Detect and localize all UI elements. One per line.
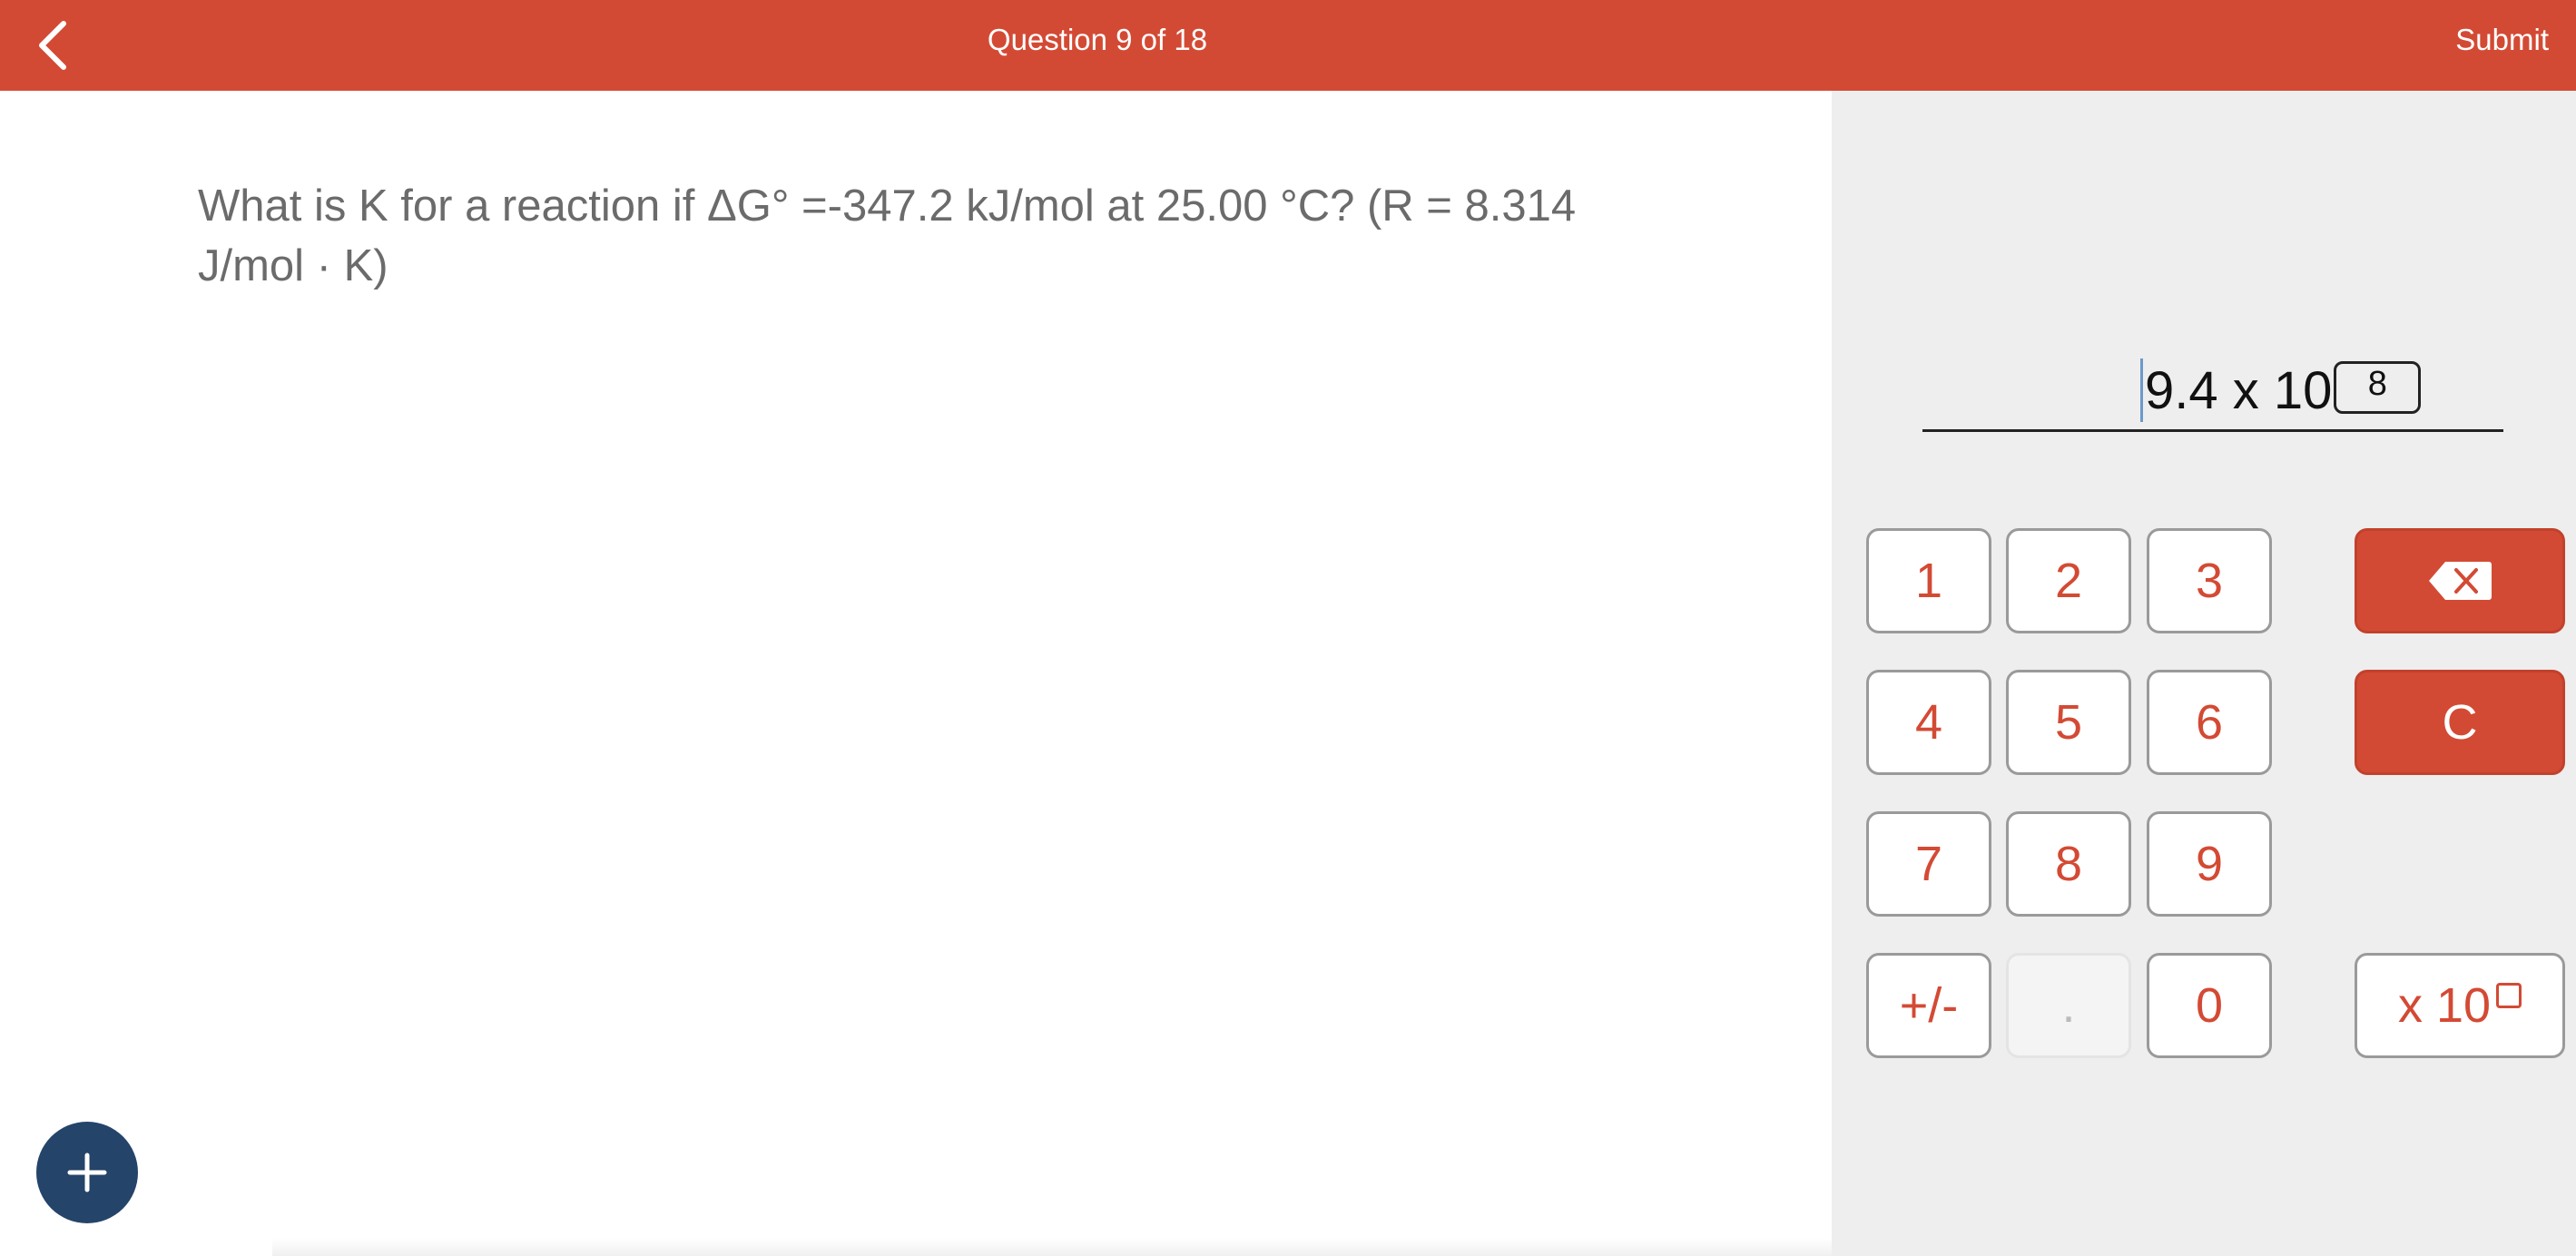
key-0[interactable]: 0 bbox=[2147, 953, 2272, 1058]
question-line-1: What is K for a reaction if ΔG° =-347.2 … bbox=[198, 182, 1577, 231]
plus-icon bbox=[67, 1153, 107, 1192]
key-1[interactable]: 1 bbox=[1866, 528, 1991, 633]
key-9[interactable]: 9 bbox=[2147, 811, 2272, 917]
decimal-button[interactable]: . bbox=[2006, 953, 2131, 1058]
sign-toggle-button[interactable]: +/- bbox=[1866, 953, 1991, 1058]
clear-button[interactable]: C bbox=[2355, 670, 2565, 775]
exponent-box-icon bbox=[2496, 983, 2522, 1008]
exponent-button[interactable]: x 10 bbox=[2355, 953, 2565, 1058]
question-text: What is K for a reaction if ΔG° =-347.2 … bbox=[198, 176, 1650, 296]
exponent-button-label: x 10 bbox=[2397, 978, 2492, 1033]
answer-mantissa: 9.4 x 10 bbox=[2145, 360, 2333, 420]
question-area: What is K for a reaction if ΔG° =-347.2 … bbox=[0, 91, 1832, 1256]
key-3[interactable]: 3 bbox=[2147, 528, 2272, 633]
key-7[interactable]: 7 bbox=[1866, 811, 1991, 917]
answer-exponent-box[interactable]: 8 bbox=[2334, 361, 2422, 414]
top-bar: Question 9 of 18 Submit bbox=[0, 0, 2576, 91]
key-5[interactable]: 5 bbox=[2006, 670, 2131, 775]
backspace-icon bbox=[2429, 562, 2492, 600]
calculator-panel: 9.4 x 10 8 1 2 3 4 5 6 C 7 8 9 +/- . 0 x… bbox=[1832, 91, 2576, 1256]
key-4[interactable]: 4 bbox=[1866, 670, 1991, 775]
key-8[interactable]: 8 bbox=[2006, 811, 2131, 917]
backspace-button[interactable] bbox=[2355, 528, 2565, 633]
question-counter: Question 9 of 18 bbox=[987, 23, 1208, 56]
question-line-2: J/mol · K) bbox=[198, 241, 388, 290]
answer-input[interactable]: 9.4 x 10 8 bbox=[1922, 354, 2503, 432]
key-6[interactable]: 6 bbox=[2147, 670, 2272, 775]
submit-button[interactable]: Submit bbox=[2455, 0, 2549, 80]
add-button[interactable] bbox=[36, 1122, 138, 1223]
key-2[interactable]: 2 bbox=[2006, 528, 2131, 633]
text-cursor bbox=[2140, 358, 2143, 422]
